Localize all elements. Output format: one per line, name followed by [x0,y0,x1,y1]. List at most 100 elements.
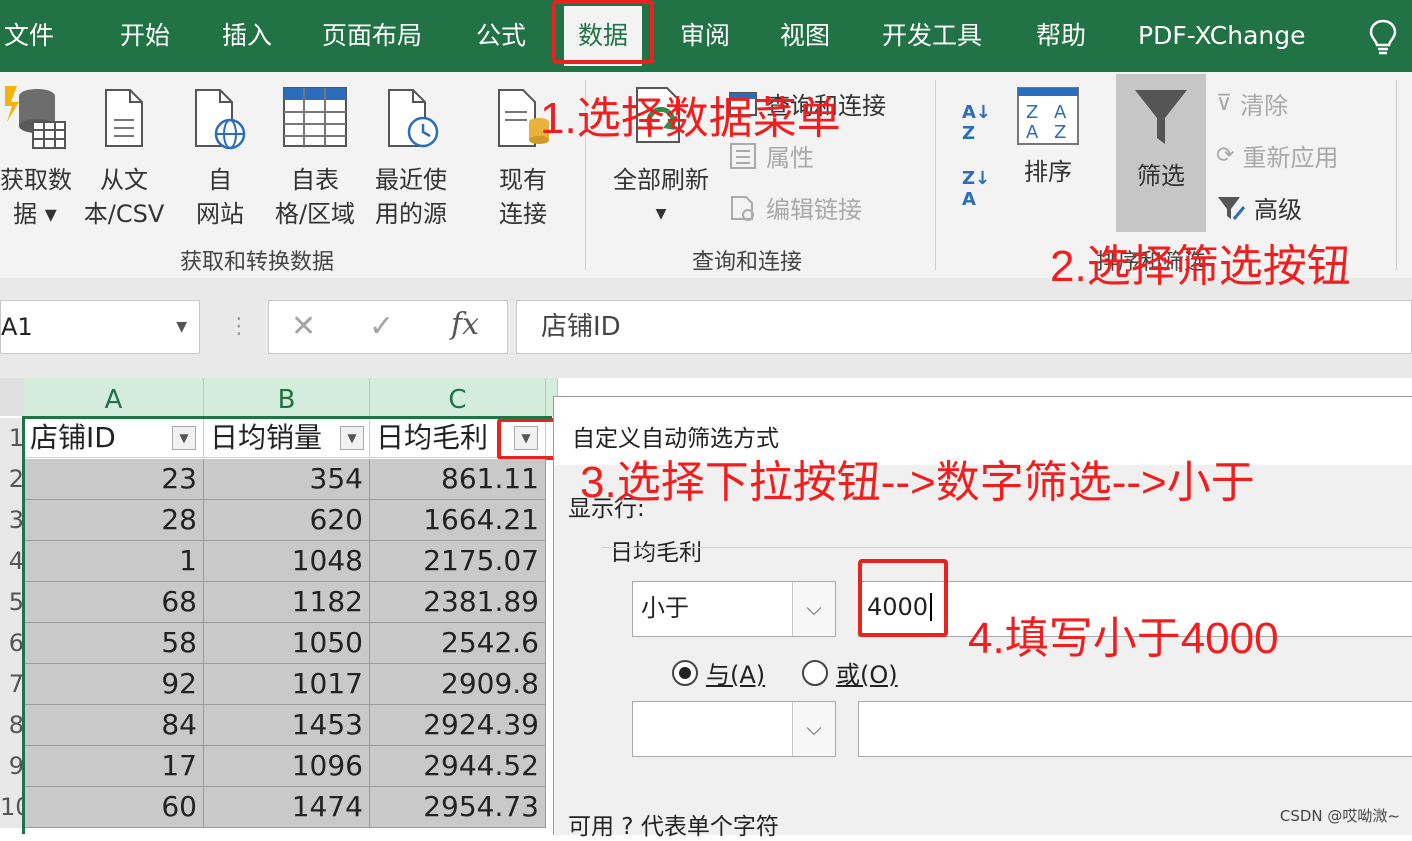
sort-ascending-icon[interactable]: A↓ Z [962,102,991,144]
reapply-button[interactable]: ⟳ 重新应用 [1216,138,1338,173]
from-table-range-button[interactable]: 自表 格/区域 [266,82,364,231]
filter-button[interactable]: 筛选 [1116,74,1206,232]
table-cell[interactable]: 92 [24,664,204,705]
insert-function-icon[interactable]: fx [451,307,479,342]
tab-page-layout[interactable]: 页面布局 [322,0,422,72]
header-text: 日均销量 [210,421,323,454]
table-cell[interactable]: 2175.07 [370,541,546,582]
table-cell[interactable]: 1017 [204,664,370,705]
filter-dropdown-button[interactable]: ▼ [340,426,364,450]
tab-help[interactable]: 帮助 [1036,0,1086,72]
annotation-step1: 1.选择数据菜单 [540,94,841,143]
formula-input[interactable]: 店铺ID [516,300,1412,354]
from-web-button[interactable]: 自 网站 [186,82,254,231]
from-text-csv-button[interactable]: 从文 本/CSV [78,82,170,231]
table-cell[interactable]: 2944.52 [370,746,546,787]
more-icon: ⋮ [228,314,250,339]
table-cell[interactable]: 23 [24,459,204,500]
table-cell[interactable]: 1 [24,541,204,582]
table-cell[interactable]: 28 [24,500,204,541]
tab-developer[interactable]: 开发工具 [882,0,982,72]
table-cell[interactable]: 58 [24,623,204,664]
lightbulb-icon[interactable] [1368,0,1398,72]
annotation-step2: 2.选择筛选按钮 [1050,242,1351,291]
table-cell[interactable]: 68 [24,582,204,623]
recent-sources-button[interactable]: 最近使 用的源 [366,82,456,231]
condition2-select[interactable]: ⌵ [632,701,836,757]
table-cell[interactable]: 1664.21 [370,500,546,541]
table-cell[interactable]: 2909.8 [370,664,546,705]
row-header[interactable]: 7 [0,664,24,705]
row-header[interactable]: 10 [0,787,24,828]
column-header-a[interactable]: A [24,378,204,416]
column-header-b[interactable]: B [204,378,370,416]
clear-filter-button[interactable]: ⊽ 清除 [1216,86,1288,121]
sort-button[interactable]: Z A A Z 排序 [1012,86,1084,189]
row-header[interactable]: 6 [0,623,24,664]
table-cell[interactable]: 354 [204,459,370,500]
get-data-button[interactable]: 获取数 据 ▾ [0,82,72,231]
advanced-filter-button[interactable]: 高级 [1216,190,1302,225]
menu-bar: 文件 开始 插入 页面布局 公式 数据 审阅 视图 开发工具 帮助 PDF-XC… [0,0,1412,72]
table-cell[interactable]: 2954.73 [370,787,546,828]
table-cell[interactable]: 1453 [204,705,370,746]
tab-insert[interactable]: 插入 [222,0,272,72]
table-cell[interactable]: 2381.89 [370,582,546,623]
select-all-corner[interactable] [0,378,24,416]
or-label: 或(O) [836,661,898,689]
chevron-down-icon[interactable]: ▼ [176,301,187,353]
svg-text:A: A [1054,102,1067,123]
table-cell[interactable]: 1048 [204,541,370,582]
table-cell[interactable]: 1096 [204,746,370,787]
tab-review[interactable]: 审阅 [680,0,730,72]
tab-home[interactable]: 开始 [120,0,170,72]
table-cell[interactable]: 1050 [204,623,370,664]
table-cell[interactable]: 60 [24,787,204,828]
table-cell[interactable]: 84 [24,705,204,746]
row-header[interactable]: 1 [0,418,24,459]
tab-view[interactable]: 视图 [780,0,830,72]
or-radio[interactable]: 或(O) [802,655,898,690]
enter-icon[interactable]: ✓ [369,309,394,344]
tab-file[interactable]: 文件 [4,0,54,72]
tab-formulas[interactable]: 公式 [476,0,526,72]
existing-label-1: 现有 [499,166,547,194]
groupbox-line [602,547,1412,548]
watermark: CSDN @哎呦溦~ [1279,807,1400,825]
sort-descending-icon[interactable]: Z↓ A [962,168,990,210]
table-cell[interactable]: 861.11 [370,459,546,500]
table-cell[interactable]: 1182 [204,582,370,623]
table-cell[interactable]: 2924.39 [370,705,546,746]
condition1-select[interactable]: 小于 ⌵ [632,581,836,637]
row-header[interactable]: 5 [0,582,24,623]
text-file-icon [105,89,143,147]
from-table-label-1: 自表 [291,166,339,194]
table-cell[interactable]: 620 [204,500,370,541]
column-header-c[interactable]: C [370,378,546,416]
row-header[interactable]: 8 [0,705,24,746]
table-cell[interactable]: 2542.6 [370,623,546,664]
chevron-down-icon[interactable]: ⌵ [792,702,835,756]
tab-pdf-xchange[interactable]: PDF-XChange [1138,0,1306,72]
filter-dropdown-button[interactable]: ▼ [172,426,196,450]
table-cell[interactable]: 17 [24,746,204,787]
row-header[interactable]: 9 [0,746,24,787]
highlight-dropdown-button [497,418,559,460]
svg-text:A: A [1026,122,1039,143]
row-header[interactable]: 2 [0,459,24,500]
table-cell[interactable]: 1474 [204,787,370,828]
get-data-label-1: 获取数 [0,166,72,194]
sort-label: 排序 [1024,158,1072,186]
selection-border [22,416,552,419]
from-web-label-1: 自 [208,166,232,194]
name-box[interactable]: A1 ▼ [0,300,200,354]
and-radio[interactable]: 与(A) [672,655,765,690]
row-header[interactable]: 3 [0,500,24,541]
row-header[interactable]: 4 [0,541,24,582]
group-separator [1396,80,1397,270]
value2-input[interactable] [858,701,1412,757]
chevron-down-icon[interactable]: ⌵ [792,582,835,636]
clock-file-icon [388,89,439,148]
cancel-icon[interactable]: ✕ [291,309,316,344]
edit-links-button[interactable]: 编辑链接 [728,190,862,225]
